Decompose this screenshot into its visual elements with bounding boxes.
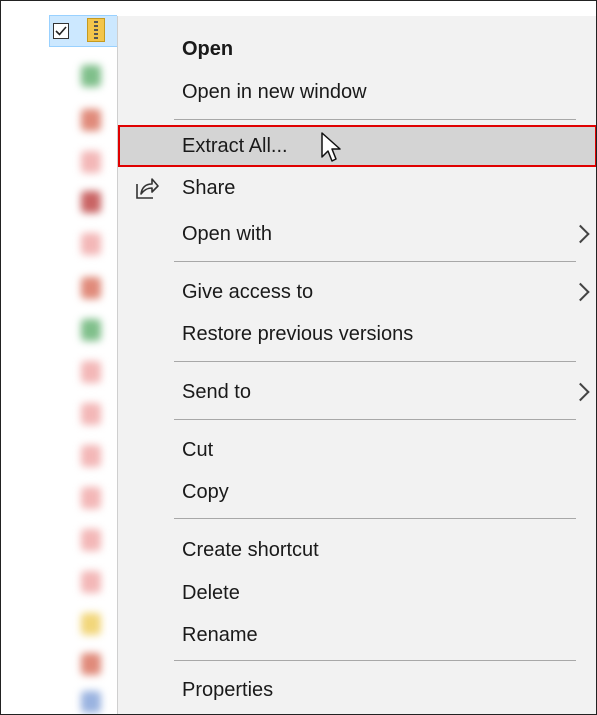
menu-separator [174, 261, 576, 262]
file-icon[interactable] [81, 529, 101, 551]
file-icon[interactable] [81, 403, 101, 425]
file-icon[interactable] [81, 65, 101, 87]
menu-item-label: Properties [182, 679, 274, 701]
menu-item-label: Copy [182, 481, 229, 503]
file-icon[interactable] [81, 445, 101, 467]
chevron-right-icon [571, 282, 590, 302]
menu-item-copy[interactable]: Copy [118, 471, 596, 513]
selection-checkbox[interactable] [53, 23, 69, 39]
checkmark-icon [55, 26, 67, 36]
menu-item-label: Cut [182, 439, 214, 461]
menu-item-cut[interactable]: Cut [118, 429, 596, 471]
file-icon[interactable] [81, 487, 101, 509]
menu-item-label: Rename [182, 624, 258, 646]
menu-item-rename[interactable]: Rename [118, 614, 596, 656]
menu-item-create-shortcut[interactable]: Create shortcut [118, 529, 596, 571]
menu-item-delete[interactable]: Delete [118, 572, 596, 614]
file-icon[interactable] [81, 151, 101, 173]
explorer-window: Open Open in new window Extract All... S… [0, 0, 597, 715]
file-icon[interactable] [81, 571, 101, 593]
file-icon[interactable] [81, 109, 101, 131]
file-icon[interactable] [81, 277, 101, 299]
menu-item-open-with[interactable]: Open with [118, 213, 596, 255]
menu-separator [174, 119, 576, 120]
menu-item-send-to[interactable]: Send to [118, 371, 596, 413]
menu-item-label: Give access to [182, 281, 314, 303]
zip-folder-icon[interactable] [87, 18, 105, 42]
menu-item-label: Create shortcut [182, 539, 319, 561]
menu-separator [174, 419, 576, 420]
file-icon[interactable] [81, 233, 101, 255]
file-icon[interactable] [81, 319, 101, 341]
menu-item-label: Share [182, 177, 236, 199]
mouse-cursor-icon [321, 132, 341, 162]
menu-item-label: Send to [182, 381, 251, 403]
menu-item-open-new-window[interactable]: Open in new window [118, 71, 596, 113]
menu-item-restore-previous[interactable]: Restore previous versions [118, 313, 596, 355]
menu-separator [174, 361, 576, 362]
menu-item-label: Restore previous versions [182, 323, 414, 345]
context-menu: Open Open in new window Extract All... S… [117, 16, 596, 714]
chevron-right-icon [571, 382, 590, 402]
menu-separator [174, 518, 576, 519]
file-icon[interactable] [81, 361, 101, 383]
menu-item-label: Open [182, 38, 234, 60]
menu-item-extract-all[interactable]: Extract All... [118, 125, 596, 167]
file-icon[interactable] [81, 691, 101, 713]
menu-item-label: Open in new window [182, 81, 367, 103]
chevron-right-icon [571, 224, 590, 244]
menu-item-properties[interactable]: Properties [118, 669, 596, 711]
file-icon[interactable] [81, 191, 101, 213]
menu-item-label: Extract All... [182, 135, 288, 157]
menu-item-share[interactable]: Share [118, 167, 596, 209]
menu-item-label: Delete [182, 582, 240, 604]
file-list [1, 1, 117, 714]
menu-separator [174, 660, 576, 661]
share-icon [136, 178, 159, 199]
file-icon[interactable] [81, 653, 101, 675]
file-icon[interactable] [81, 613, 101, 635]
menu-item-give-access[interactable]: Give access to [118, 271, 596, 313]
menu-item-label: Open with [182, 223, 273, 245]
menu-item-open[interactable]: Open [118, 28, 596, 70]
